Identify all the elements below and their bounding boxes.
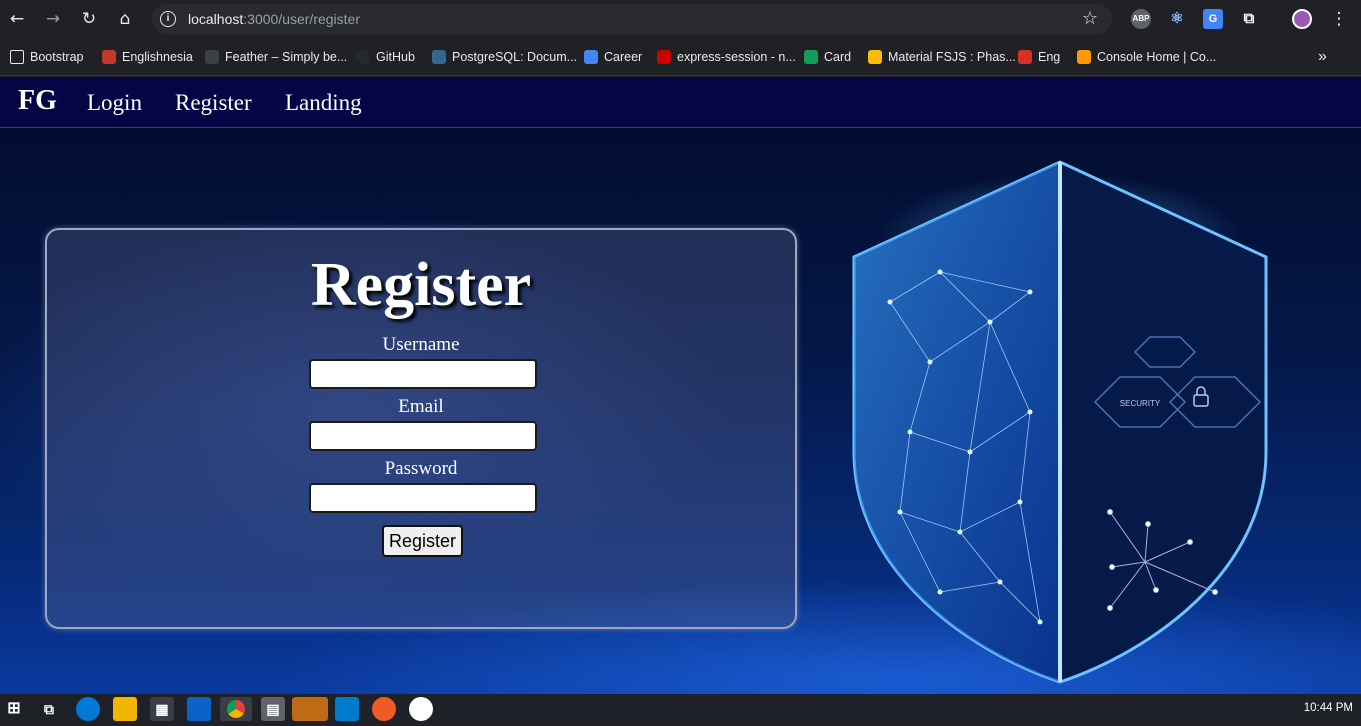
security-shield-illustration: SECURITY [852,160,1268,684]
url-text[interactable]: localhost:3000/user/register [188,11,360,27]
extensions-puzzle-icon[interactable]: ⧉ [1239,9,1259,29]
bookmark-item[interactable]: express-session - n... [657,48,796,66]
register-submit-button[interactable]: Register [382,525,463,557]
taskbar-clock: 10:44 PM [1303,702,1353,714]
page-viewport: FG Login Register Landing SECURITY Regis… [0,77,1361,694]
password-input[interactable] [309,483,537,513]
github-icon [356,50,370,64]
forward-icon[interactable]: → [42,8,64,30]
aws-icon [1077,50,1091,64]
mail-icon[interactable] [187,697,211,721]
windows-start-icon[interactable]: ⊞ [2,697,26,721]
eng-icon [1018,50,1032,64]
react-devtools-icon[interactable]: ⚛ [1167,9,1187,29]
more-bookmarks-button[interactable]: » [1318,48,1327,66]
edge-icon[interactable] [76,697,100,721]
back-icon[interactable]: ← [6,8,28,30]
postgresql-icon [432,50,446,64]
email-input[interactable] [309,421,537,451]
kebab-menu-icon[interactable]: ⋮ [1328,8,1350,30]
bookmark-item[interactable]: Englishnesia [102,48,193,66]
app-navbar: FG Login Register Landing [0,77,1361,128]
bookmark-item[interactable]: Material FSJS : Phas... [868,48,1016,66]
vscode-icon[interactable] [335,697,359,721]
bookmark-item[interactable]: PostgreSQL: Docum... [432,48,577,66]
bookmark-item[interactable]: Card [804,48,851,66]
address-bar[interactable]: i localhost:3000/user/register ☆ [152,4,1112,34]
drive-icon [868,50,882,64]
username-input[interactable] [309,359,537,389]
calculator-icon[interactable]: ▤ [261,697,285,721]
bookmarks-bar: Bootstrap Englishnesia Feather – Simply … [0,38,1361,76]
bookmark-item[interactable]: Eng [1018,48,1060,66]
brand-logo[interactable]: FG [18,85,57,117]
discord-icon[interactable] [292,697,328,721]
chrome-taskbar-icon[interactable] [220,697,252,721]
folder-icon [10,50,24,64]
file-explorer-icon[interactable] [113,697,137,721]
postman-icon[interactable] [372,697,396,721]
star-icon[interactable]: ☆ [1082,8,1098,29]
reload-icon[interactable]: ↻ [78,8,100,30]
task-view-icon[interactable]: ⧉ [37,697,61,721]
sheets-icon [804,50,818,64]
shield-security-text: SECURITY [1120,399,1161,408]
bookmark-item[interactable]: Career [584,48,642,66]
bookmark-item[interactable]: Feather – Simply be... [205,48,347,66]
bookmark-item[interactable]: Console Home | Co... [1077,48,1216,66]
bookmark-item[interactable]: Bootstrap [10,48,84,66]
nav-link-login[interactable]: Login [87,90,142,116]
password-label: Password [384,458,458,479]
englishnesia-icon [102,50,116,64]
docs-icon [584,50,598,64]
bookmark-item[interactable]: GitHub [356,48,415,66]
nav-link-register[interactable]: Register [175,90,252,116]
register-card: Register Username Email Password Registe… [45,228,797,629]
os-taskbar: ⊞ ⧉ ▦ ▤ 10:44 PM [0,694,1361,724]
site-info-icon[interactable]: i [160,11,176,27]
translate-extension-icon[interactable]: G [1203,9,1223,29]
browser-toolbar: ← → ↻ ⌂ i localhost:3000/user/register ☆… [0,0,1361,38]
email-label: Email [398,396,444,417]
nav-link-landing[interactable]: Landing [285,90,362,116]
home-icon[interactable]: ⌂ [114,8,136,30]
page-title: Register [310,251,532,319]
adblock-extension-icon[interactable]: ABP [1131,9,1151,29]
store-icon[interactable]: ▦ [150,697,174,721]
pgadmin-icon[interactable] [409,697,433,721]
profile-avatar[interactable] [1292,9,1312,29]
npm-icon [657,50,671,64]
feather-icon [205,50,219,64]
username-label: Username [382,334,460,355]
